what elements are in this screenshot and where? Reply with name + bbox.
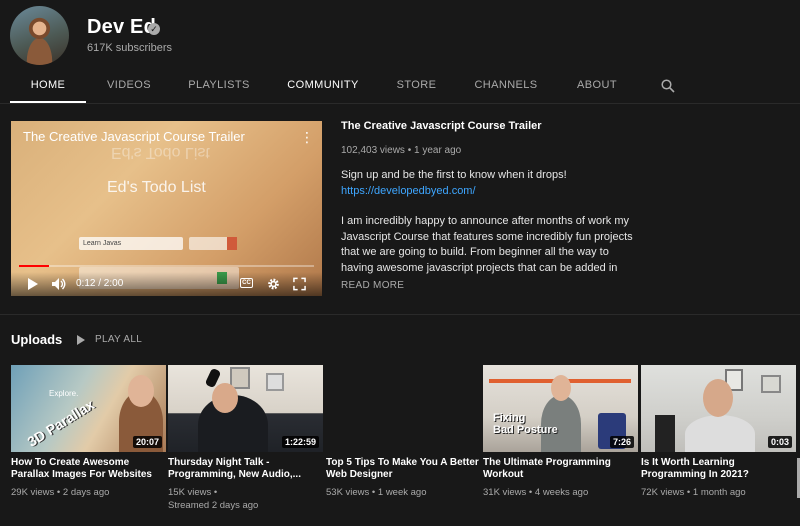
more-vert-icon[interactable]: ⋮ (300, 129, 314, 145)
video-duration: 7:26 (609, 436, 634, 448)
thumbnail-chair (655, 415, 675, 452)
tab-channels[interactable]: CHANNELS (466, 68, 546, 103)
video-meta: 15K views • Streamed 2 days ago (168, 487, 259, 511)
video-title[interactable]: How To Create Awesome Parallax Images Fo… (11, 457, 166, 481)
featured-video-description: Sign up and be the first to know when it… (341, 168, 641, 276)
video-title[interactable]: Top 5 Tips To Make You A Better Web Desi… (326, 457, 481, 481)
captions-icon[interactable]: CC (240, 278, 253, 288)
search-icon[interactable] (661, 79, 675, 93)
thumbnail-person (685, 415, 755, 452)
description-line: Sign up and be the first to know when it… (341, 169, 567, 181)
video-frame-input: Learn Javas (79, 237, 183, 250)
player-controls: 0:12 / 2:00 CC (11, 272, 322, 296)
thumbnail-text: Explore. (49, 389, 79, 398)
featured-video-title[interactable]: The Creative Javascript Course Trailer (341, 120, 542, 132)
tab-about[interactable]: ABOUT (570, 68, 624, 103)
tab-playlists[interactable]: PLAYLISTS (180, 68, 258, 103)
check-circle-icon: ✓ (148, 23, 160, 35)
thumbnail-text: Fixing Bad Posture (493, 412, 558, 436)
thumbnail-frame (266, 373, 284, 391)
play-icon[interactable] (77, 335, 85, 345)
tab-home[interactable]: HOME (10, 68, 86, 103)
description-link[interactable]: https://developedbyed.com/ (341, 184, 641, 200)
video-meta: 72K views • 1 month ago (641, 487, 746, 498)
thumbnail-face (703, 379, 733, 417)
thumbnail-face (128, 375, 154, 407)
fullscreen-icon[interactable] (293, 277, 306, 291)
video-title[interactable]: The Ultimate Programming Workout (483, 457, 638, 481)
video-meta: 31K views • 4 weeks ago (483, 487, 589, 498)
video-thumbnail[interactable]: 1:22:59 (168, 365, 323, 452)
description-paragraph: I am incredibly happy to announce after … (341, 215, 633, 274)
video-duration: 0:03 (767, 436, 792, 448)
video-thumbnail[interactable]: 0:03 (641, 365, 796, 452)
volume-icon[interactable] (51, 277, 67, 291)
thumbnail-text: 3D Parallax (24, 396, 98, 450)
video-frame-text-reflection: Ed's Todo List (111, 144, 210, 161)
featured-video-player[interactable]: Ed's Todo List Ed's Todo List Learn Java… (11, 121, 322, 296)
video-title[interactable]: Thursday Night Talk - Programming, New A… (168, 457, 323, 481)
play-all-button[interactable]: PLAY ALL (95, 334, 142, 345)
video-thumbnail[interactable]: Explore. 3D Parallax 20:07 (11, 365, 166, 452)
section-divider (0, 314, 800, 315)
video-title[interactable]: Is It Worth Learning Programming In 2021… (641, 457, 796, 481)
subscriber-count: 617K subscribers (87, 42, 172, 54)
uploads-title[interactable]: Uploads (11, 332, 62, 347)
video-meta: 53K views • 1 week ago (326, 487, 427, 498)
tab-community[interactable]: COMMUNITY (282, 68, 364, 103)
channel-name[interactable]: Dev Ed (87, 16, 156, 39)
active-tab-indicator (10, 101, 86, 103)
video-duration: 20:07 (132, 436, 162, 448)
thumbnail-face (212, 383, 238, 413)
featured-video-meta: 102,403 views • 1 year ago (341, 145, 462, 156)
video-frame-text: Ed's Todo List (107, 179, 206, 196)
gear-icon[interactable] (267, 277, 280, 291)
channel-tabs: HOME VIDEOS PLAYLISTS COMMUNITY STORE CH… (0, 68, 800, 104)
video-thumbnail[interactable]: Fixing Bad Posture 7:26 (483, 365, 638, 452)
thumbnail-frame (761, 375, 781, 393)
channel-header: Dev Ed ✓ 617K subscribers (0, 0, 800, 68)
player-title[interactable]: The Creative Javascript Course Trailer (23, 129, 245, 144)
read-more-button[interactable]: READ MORE (341, 280, 404, 291)
tab-store[interactable]: STORE (389, 68, 444, 103)
progress-bar[interactable] (19, 265, 314, 267)
tab-videos[interactable]: VIDEOS (96, 68, 162, 103)
play-icon[interactable] (27, 277, 39, 291)
thumbnail-face (551, 375, 571, 401)
video-duration: 1:22:59 (281, 436, 319, 448)
video-meta: 29K views • 2 days ago (11, 487, 110, 498)
video-frame-button (189, 237, 237, 250)
progress-fill (19, 265, 49, 267)
channel-avatar[interactable] (10, 6, 69, 65)
time-display: 0:12 / 2:00 (76, 278, 124, 289)
